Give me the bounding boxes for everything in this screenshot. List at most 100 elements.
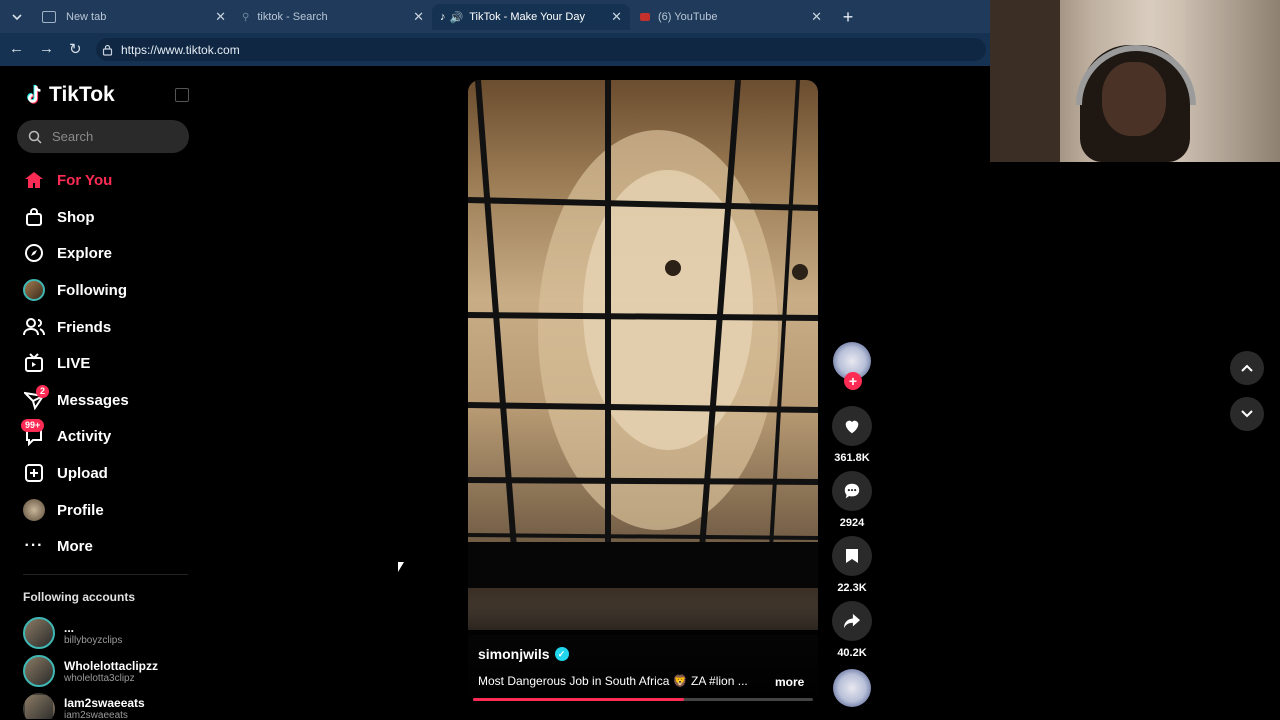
- forward-arrow-icon[interactable]: →: [39, 40, 54, 57]
- paper-plane-icon: 2: [23, 385, 50, 411]
- tab-list-button[interactable]: [8, 4, 26, 30]
- video-progress-bar[interactable]: [473, 698, 813, 701]
- avatar: [23, 693, 55, 719]
- nav-live[interactable]: LIVE: [23, 351, 90, 375]
- comment-count: 2924: [839, 517, 865, 529]
- tiktok-note-icon: [27, 84, 41, 104]
- author-name: simonjwils: [478, 646, 550, 662]
- nav-label: Messages: [57, 391, 129, 409]
- tab-title: TikTok - Make Your Day: [469, 11, 585, 23]
- mouse-cursor-icon: [398, 562, 404, 572]
- headset-icon: [1076, 45, 1196, 105]
- tab-new-tab[interactable]: New tab ✕: [34, 4, 234, 30]
- activity-badge: 99+: [21, 419, 45, 432]
- tab-tiktok-active[interactable]: ♪ 🔊 TikTok - Make Your Day ✕: [432, 4, 630, 30]
- nav-label: Explore: [57, 244, 113, 262]
- nav-label: Shop: [57, 208, 95, 226]
- nav-shop[interactable]: Shop: [23, 205, 95, 229]
- following-account-item[interactable]: Iam2swaeeats iam2swaeeats: [23, 693, 145, 719]
- video-progress-fill: [473, 698, 684, 701]
- tiktok-logo[interactable]: TikTok: [23, 83, 115, 107]
- nav-explore[interactable]: Explore: [23, 241, 112, 265]
- search-input[interactable]: Search: [17, 120, 189, 153]
- share-count: 40.2K: [837, 647, 867, 659]
- collapse-sidebar-icon[interactable]: [175, 88, 189, 102]
- close-icon[interactable]: ✕: [811, 9, 822, 25]
- lock-icon: [102, 44, 113, 56]
- previous-video-button[interactable]: [1230, 351, 1264, 385]
- following-accounts-title: Following accounts: [23, 590, 136, 604]
- close-icon[interactable]: ✕: [215, 9, 226, 25]
- nav-activity[interactable]: 99+ Activity: [21, 419, 112, 448]
- plus-icon: +: [842, 6, 854, 27]
- plus-square-icon: [23, 462, 45, 484]
- home-icon: [23, 169, 45, 191]
- verified-badge-icon: ✓: [554, 647, 569, 661]
- nav-more[interactable]: ··· More: [23, 534, 93, 558]
- like-count: 361.8K: [834, 452, 870, 464]
- account-handle: wholelotta3clipz: [64, 672, 135, 684]
- comment-icon: [844, 483, 860, 499]
- cage-bars-graphic: [468, 80, 818, 600]
- nav-label: More: [57, 537, 93, 555]
- tab-title: (6) YouTube: [658, 11, 718, 23]
- nav-profile[interactable]: Profile: [23, 498, 104, 522]
- nav-label: Profile: [57, 501, 104, 519]
- comment-button[interactable]: [832, 471, 872, 511]
- url-field[interactable]: https://www.tiktok.com: [96, 38, 986, 61]
- video-actions: + 361.8K 2924 22.3K 40.2K: [832, 342, 872, 707]
- like-button[interactable]: [832, 406, 872, 446]
- video-player[interactable]: [468, 80, 818, 700]
- new-tab-button[interactable]: +: [838, 4, 858, 30]
- back-arrow-icon[interactable]: ←: [9, 40, 24, 57]
- next-video-button[interactable]: [1230, 397, 1264, 431]
- nav-label: Following: [57, 281, 127, 299]
- chevron-up-icon: [1241, 364, 1253, 372]
- avatar: [23, 655, 55, 687]
- tab-title: New tab: [66, 11, 107, 23]
- share-arrow-icon: [844, 613, 860, 629]
- compass-icon: [23, 242, 45, 264]
- nav-label: Activity: [57, 427, 112, 445]
- avatar: [23, 617, 55, 649]
- nav-friends[interactable]: Friends: [23, 315, 111, 339]
- chevron-down-icon: [12, 14, 22, 21]
- tab-youtube[interactable]: (6) YouTube ✕: [632, 4, 830, 30]
- nav-upload[interactable]: Upload: [23, 461, 108, 485]
- webcam-wall: [1185, 0, 1280, 162]
- reload-icon[interactable]: ↻: [69, 40, 82, 58]
- tab-title: tiktok - Search: [257, 11, 328, 23]
- account-name: Iam2swaeeats: [64, 696, 145, 710]
- friends-icon: [23, 316, 45, 338]
- search-icon: ⚲: [242, 11, 250, 23]
- sound-disc-avatar[interactable]: [833, 669, 871, 707]
- search-placeholder: Search: [52, 129, 94, 144]
- avatar-icon: [23, 499, 45, 521]
- account-handle: iam2swaeeats: [64, 710, 128, 719]
- address-bar-row: ← → ↻ https://www.tiktok.com: [0, 33, 990, 66]
- following-account-item[interactable]: ... billyboyzclips: [23, 617, 122, 649]
- caption-more-button[interactable]: more: [775, 675, 804, 689]
- nav-label: LIVE: [57, 354, 91, 372]
- close-icon[interactable]: ✕: [611, 9, 622, 25]
- following-account-item[interactable]: Wholelottaclipzz wholelotta3clipz: [23, 655, 158, 687]
- sidebar-divider: [23, 574, 188, 575]
- nav-for-you[interactable]: For You: [23, 168, 112, 192]
- nav-following[interactable]: Following: [23, 278, 127, 302]
- speaker-icon: 🔊: [449, 11, 464, 24]
- creator-avatar-wrap: +: [832, 342, 872, 400]
- nav-messages[interactable]: 2 Messages: [23, 385, 129, 412]
- account-handle: billyboyzclips: [64, 634, 123, 646]
- save-button[interactable]: [832, 536, 872, 576]
- follow-plus-icon[interactable]: +: [844, 372, 862, 390]
- tab-tiktok-search[interactable]: ⚲ tiktok - Search ✕: [234, 4, 432, 30]
- video-author[interactable]: simonjwils ✓: [478, 646, 569, 662]
- webcam-overlay: [990, 0, 1280, 162]
- account-name: ...: [64, 620, 75, 635]
- share-button[interactable]: [832, 601, 872, 641]
- close-icon[interactable]: ✕: [413, 9, 424, 25]
- creator-avatar[interactable]: +: [833, 342, 871, 390]
- youtube-favicon-icon: [640, 13, 650, 21]
- logo-text: TikTok: [49, 83, 115, 106]
- url-text: https://www.tiktok.com: [121, 42, 240, 57]
